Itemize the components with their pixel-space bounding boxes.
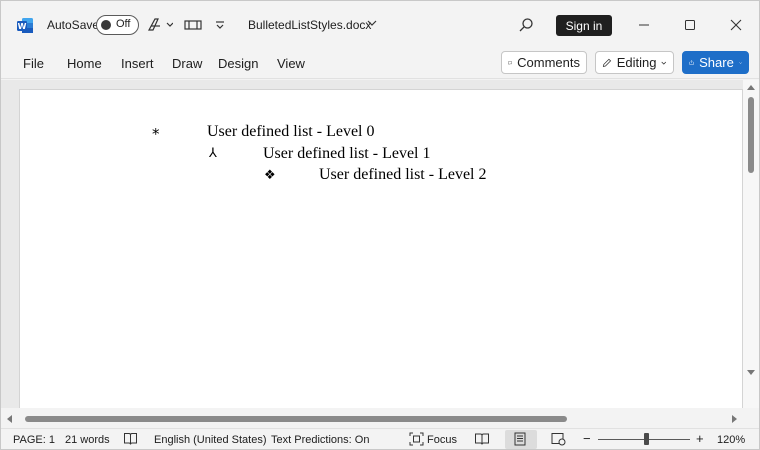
zoom-out-button[interactable]: − [583,431,591,446]
maximize-icon [685,20,695,30]
list-item-level-0[interactable]: User defined list - Level 0 [207,123,375,141]
customize-dropdown-icon [216,21,224,29]
close-icon [730,19,742,31]
chevron-down-icon [739,61,742,64]
scroll-down-icon[interactable] [747,370,755,375]
search-icon [519,18,533,32]
autosave-label: AutoSave [47,18,100,32]
scroll-right-icon[interactable] [732,415,737,423]
chevron-down-icon [661,61,667,65]
word-logo-icon: W [17,18,33,33]
comments-label: Comments [517,55,580,70]
document-title[interactable]: BulletedListStyles.docx [248,18,371,32]
layout-icon [184,20,202,30]
tab-draw[interactable]: Draw [172,56,202,71]
text-predictions-indicator[interactable]: Text Predictions: On [271,434,369,446]
pencil-icon [602,58,612,67]
read-mode-icon [475,433,489,445]
customize-toolbar-button[interactable] [212,15,228,35]
share-button[interactable]: Share [682,51,749,74]
toggle-knob [101,20,111,30]
list-bullet-level-2: ❖ [264,168,276,183]
word-window: W AutoSave Off BulletedListStyles.docx S… [0,0,760,450]
autosave-state: Off [116,18,131,30]
close-button[interactable] [721,13,751,37]
document-canvas: * User defined list - Level 0 ⅄ User def… [1,80,759,411]
document-page[interactable]: * User defined list - Level 0 ⅄ User def… [19,89,743,411]
tab-file[interactable]: File [23,56,44,71]
zoom-slider-thumb[interactable] [644,433,649,445]
vertical-scroll-thumb[interactable] [748,97,754,173]
focus-button[interactable] [409,432,424,446]
minimize-icon [639,24,649,26]
vertical-scrollbar[interactable] [743,80,759,408]
autosave-toggle[interactable]: Off [96,15,139,35]
horizontal-scroll-thumb[interactable] [25,416,567,422]
tab-insert[interactable]: Insert [121,56,154,71]
language-indicator[interactable]: English (United States) [154,434,267,446]
chevron-down-icon[interactable] [367,16,377,30]
print-layout-button[interactable] [513,432,527,446]
tab-design[interactable]: Design [218,56,258,71]
maximize-button[interactable] [675,13,705,37]
web-layout-icon [551,433,566,446]
scroll-left-icon[interactable] [7,415,12,423]
status-bar: PAGE: 1 21 words English (United States)… [1,428,759,449]
comments-button[interactable]: Comments [501,51,587,74]
editing-label: Editing [616,55,657,70]
list-bullet-level-0: * [152,125,160,143]
zoom-level[interactable]: 120% [717,434,745,446]
page-indicator[interactable]: PAGE: 1 [13,434,55,446]
focus-icon [409,432,424,446]
print-layout-icon [514,432,526,446]
scroll-up-icon[interactable] [747,85,755,90]
editing-mode-button[interactable]: Editing [595,51,674,74]
zoom-in-button[interactable]: + [696,431,704,446]
title-bar: W AutoSave Off BulletedListStyles.docx S… [1,1,759,49]
proofing-button[interactable] [123,432,138,446]
comment-icon [508,60,512,65]
focus-label[interactable]: Focus [427,434,457,446]
tab-home[interactable]: Home [67,56,102,71]
word-count[interactable]: 21 words [65,434,110,446]
svg-text:W: W [18,22,27,31]
book-check-icon [124,433,137,445]
sign-in-button[interactable]: Sign in [556,15,612,36]
share-label: Share [699,55,734,70]
list-bullet-level-1: ⅄ [209,146,217,161]
ribbon-tabs: File Home Insert Draw Design View Commen… [1,49,759,79]
pen-icon [147,18,173,31]
list-item-level-1[interactable]: User defined list - Level 1 [263,145,431,163]
web-layout-button[interactable] [551,432,566,446]
editor-pen-button[interactable] [145,15,175,35]
share-icon [689,60,694,65]
read-mode-button[interactable] [474,432,490,446]
tab-view[interactable]: View [277,56,305,71]
list-item-level-2[interactable]: User defined list - Level 2 [319,166,487,184]
minimize-button[interactable] [629,13,659,37]
search-button[interactable] [516,15,536,35]
horizontal-scrollbar[interactable] [1,408,759,428]
layout-button[interactable] [183,15,203,35]
